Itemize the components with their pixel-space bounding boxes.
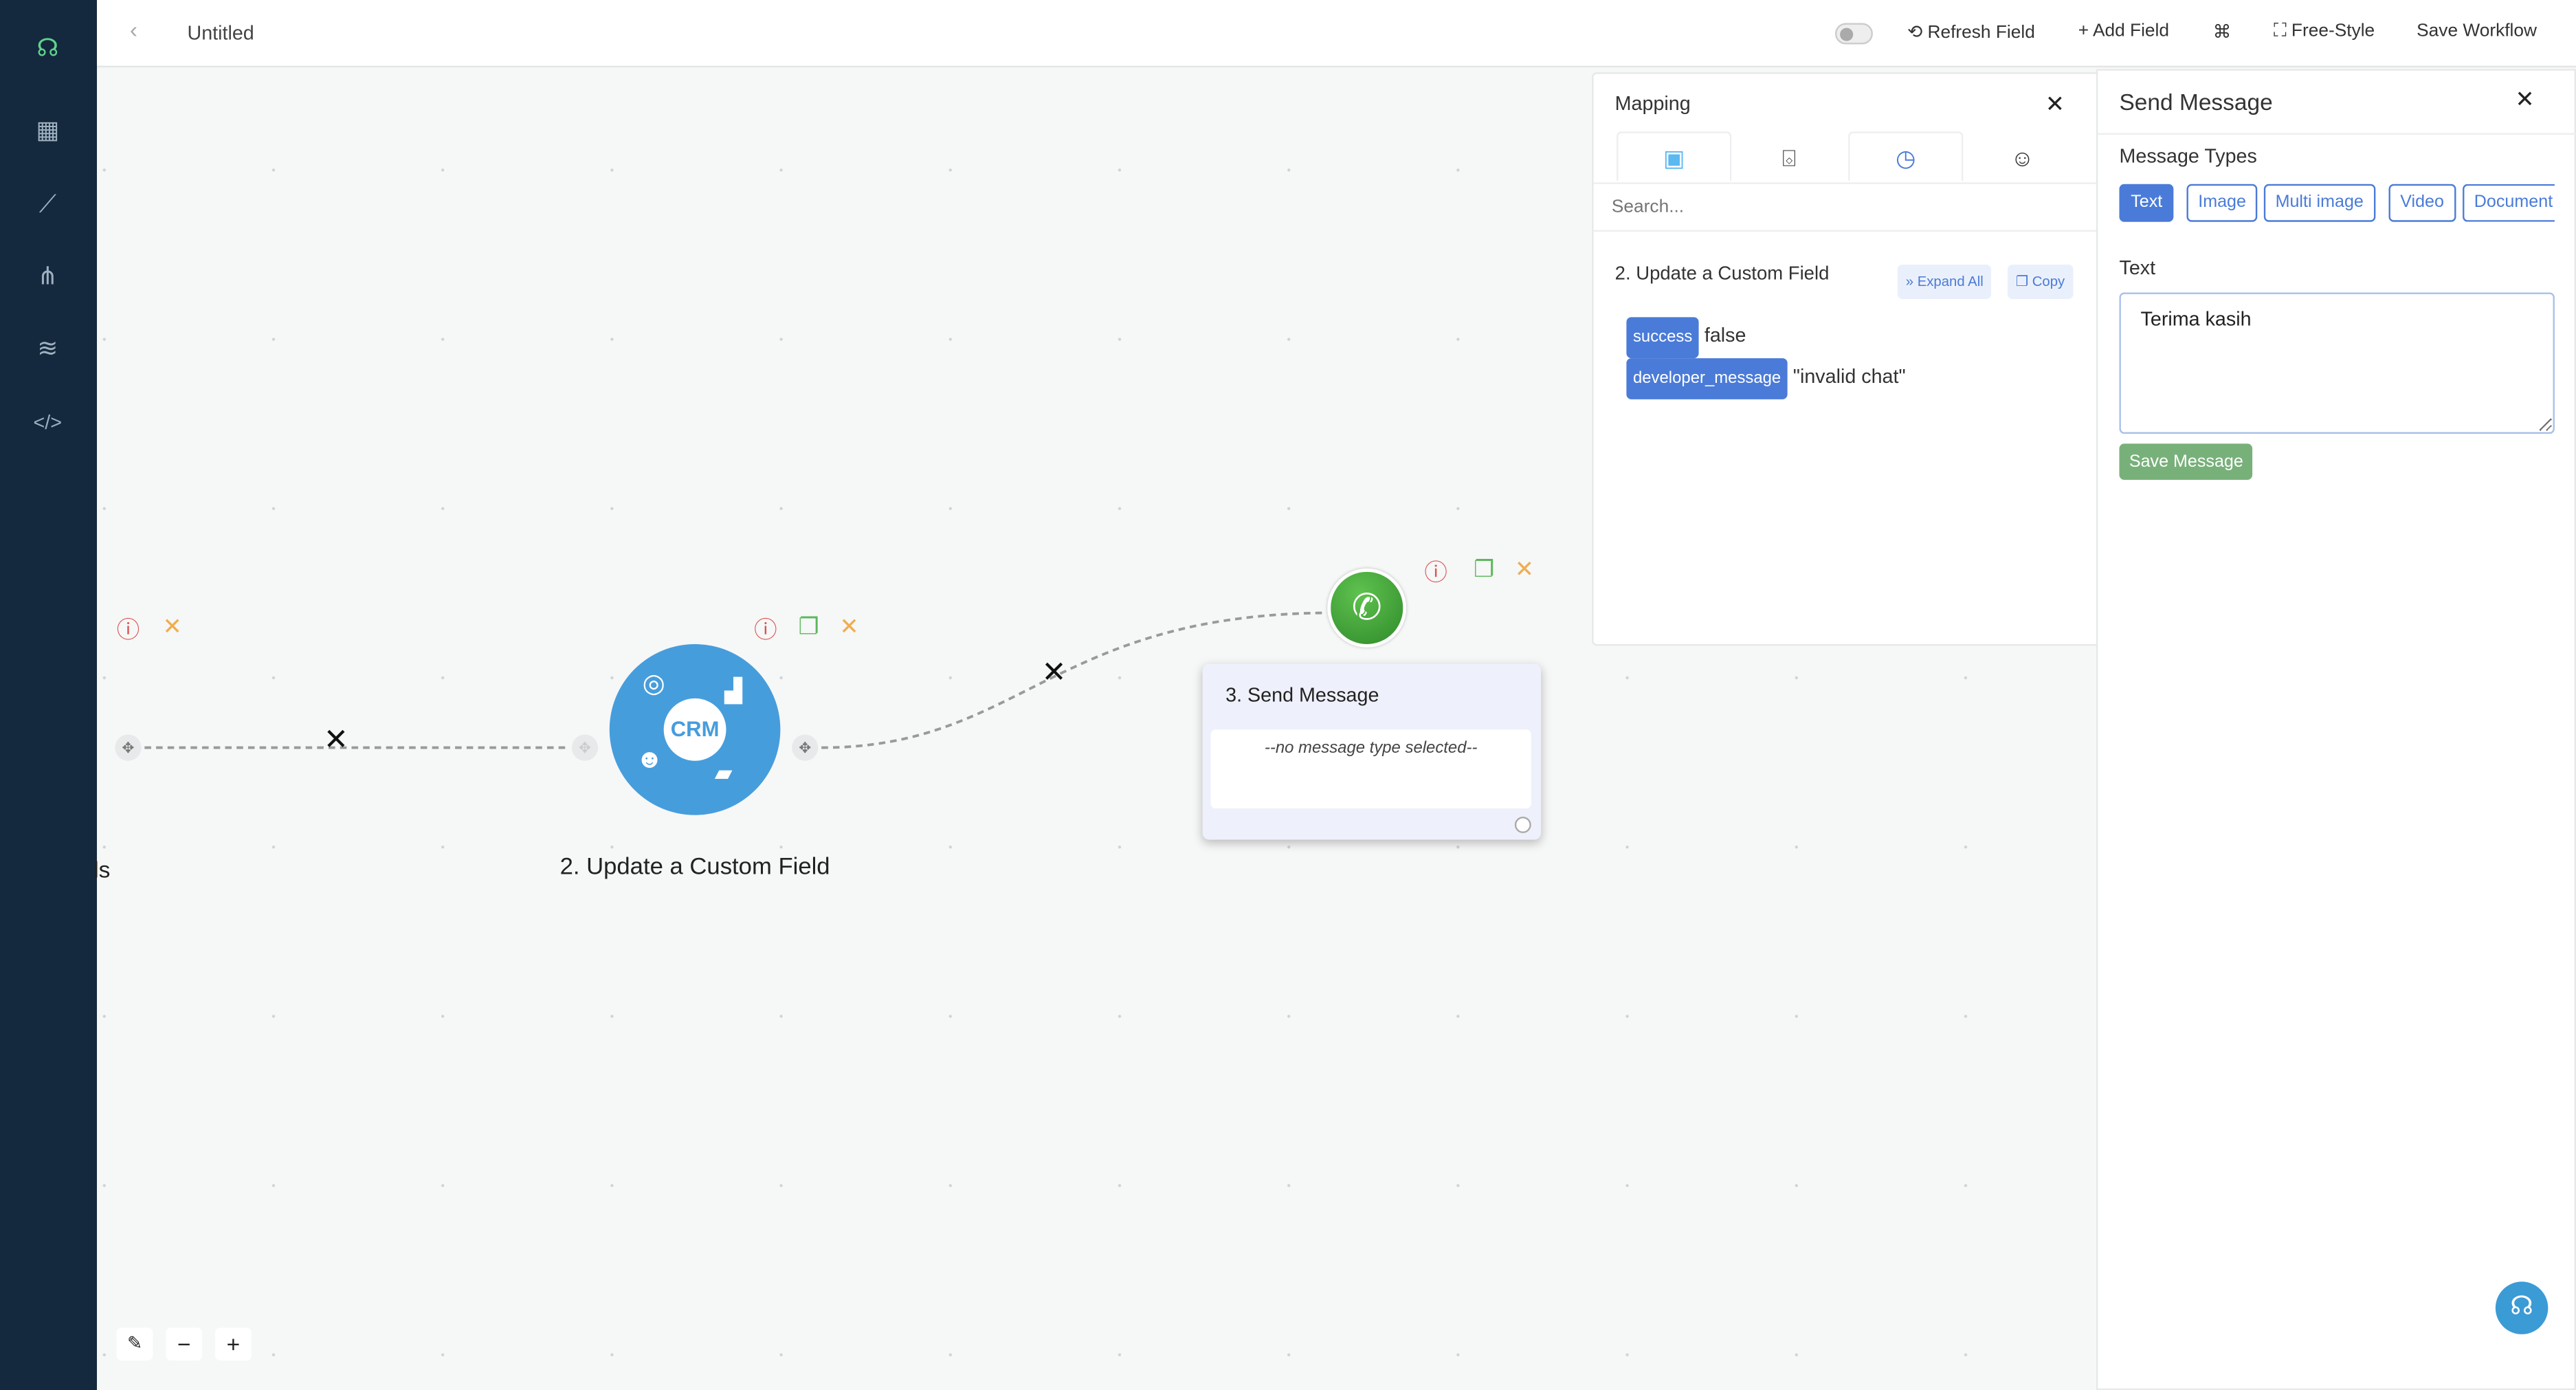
headset-icon: ☊ xyxy=(2510,1293,2534,1321)
field-row[interactable]: developer_message "invalid chat" xyxy=(1626,358,1906,399)
node-title: 3. Send Message xyxy=(1225,683,1379,707)
type-image-button[interactable]: Image xyxy=(2186,184,2258,222)
send-message-panel: Send Message ✕ Message Types Text Image … xyxy=(2096,69,2576,1390)
text-label: Text xyxy=(2119,256,2156,280)
tab-contact[interactable]: ▣ xyxy=(1617,131,1732,181)
mapping-title: Mapping xyxy=(1614,91,1691,115)
help-chat-button[interactable]: ☊ xyxy=(2495,1281,2549,1334)
zoom-in-button[interactable]: + xyxy=(215,1327,252,1361)
field-list: success false developer_message "invalid… xyxy=(1626,317,1906,399)
emoji-icon: ☺ xyxy=(2010,144,2034,171)
save-workflow-button[interactable]: Save Workflow xyxy=(2417,21,2537,41)
mapping-panel: Mapping ✕ ▣ ⌺ ◷ ☺ 2. Update a Custom Fie… xyxy=(1592,72,2105,646)
tab-bot[interactable]: ⌺ xyxy=(1731,131,1846,181)
info-icon[interactable]: ⓘ xyxy=(754,613,777,646)
copy-icon: ❐ xyxy=(2015,272,2032,289)
crm-node-icon[interactable]: CRM ◎ ▟ ☻ ▰ xyxy=(609,643,781,815)
target-icon: ◎ xyxy=(642,670,665,698)
copy-button[interactable]: ❐ Copy xyxy=(2007,264,2074,300)
node-label: 2. Update a Custom Field xyxy=(559,854,830,881)
wrench-tools-icon[interactable]: ✕ xyxy=(1041,656,1066,690)
tab-emoji[interactable]: ☺ xyxy=(1965,131,2080,181)
type-document-button[interactable]: Document xyxy=(2463,184,2555,222)
copy-icon[interactable]: ❐ xyxy=(1474,555,1494,584)
save-message-button[interactable]: Save Message xyxy=(2119,443,2254,480)
scan-icon[interactable]: ⌘ xyxy=(2213,21,2231,43)
connector-handle[interactable]: ✥ xyxy=(792,734,819,761)
zoom-out-button[interactable]: − xyxy=(166,1327,203,1361)
wrench-tools-icon[interactable]: ✕ xyxy=(324,723,348,758)
delete-icon[interactable]: ✕ xyxy=(839,613,858,641)
node-body: --no message type selected-- xyxy=(1210,729,1531,809)
magic-wand-icon[interactable]: ✎ xyxy=(116,1327,153,1361)
expand-icon: ⛶ xyxy=(2274,21,2291,41)
section-title: 2. Update a Custom Field xyxy=(1614,264,1830,285)
message-types-label: Message Types xyxy=(2119,144,2257,168)
type-text-button[interactable]: Text xyxy=(2119,184,2175,222)
expand-all-button[interactable]: » Expand All xyxy=(1897,264,1992,300)
type-video-button[interactable]: Video xyxy=(2388,184,2456,222)
connector-handle[interactable]: ✥ xyxy=(571,734,599,761)
delete-icon[interactable]: ✕ xyxy=(163,613,182,641)
message-text-input[interactable]: Terima kasih xyxy=(2119,292,2555,434)
contact-icon: ▣ xyxy=(1663,144,1685,171)
info-icon[interactable]: ⓘ xyxy=(117,613,140,646)
delete-icon[interactable]: ✕ xyxy=(1515,555,1534,584)
field-row[interactable]: success false xyxy=(1626,317,1905,359)
type-multi-image-button[interactable]: Multi image xyxy=(2263,184,2375,222)
close-icon[interactable]: ✕ xyxy=(2516,85,2535,113)
copy-icon[interactable]: ❐ xyxy=(799,613,819,641)
send-message-node-card[interactable]: 3. Send Message --no message type select… xyxy=(1202,663,1542,840)
search-input[interactable] xyxy=(1593,182,2103,232)
close-icon[interactable]: ✕ xyxy=(2045,90,2065,118)
chat-icon: ▰ xyxy=(714,759,733,786)
support-agent-icon: ☻ xyxy=(636,746,664,774)
prev-node-label: ls xyxy=(93,856,111,883)
connector-handle[interactable]: ✥ xyxy=(115,734,142,761)
free-style-button[interactable]: ⛶ Free-Style xyxy=(2274,21,2375,43)
tab-history[interactable]: ◷ xyxy=(1848,131,1964,181)
history-icon: ◷ xyxy=(1896,144,1916,171)
info-icon[interactable]: ⓘ xyxy=(1424,555,1447,588)
panel-title: Send Message xyxy=(2119,89,2273,115)
output-handle[interactable] xyxy=(1514,816,1531,833)
bot-icon: ⌺ xyxy=(1781,144,1797,171)
chart-icon: ▟ xyxy=(724,676,742,704)
whatsapp-icon[interactable]: ✆ xyxy=(1327,569,1407,648)
